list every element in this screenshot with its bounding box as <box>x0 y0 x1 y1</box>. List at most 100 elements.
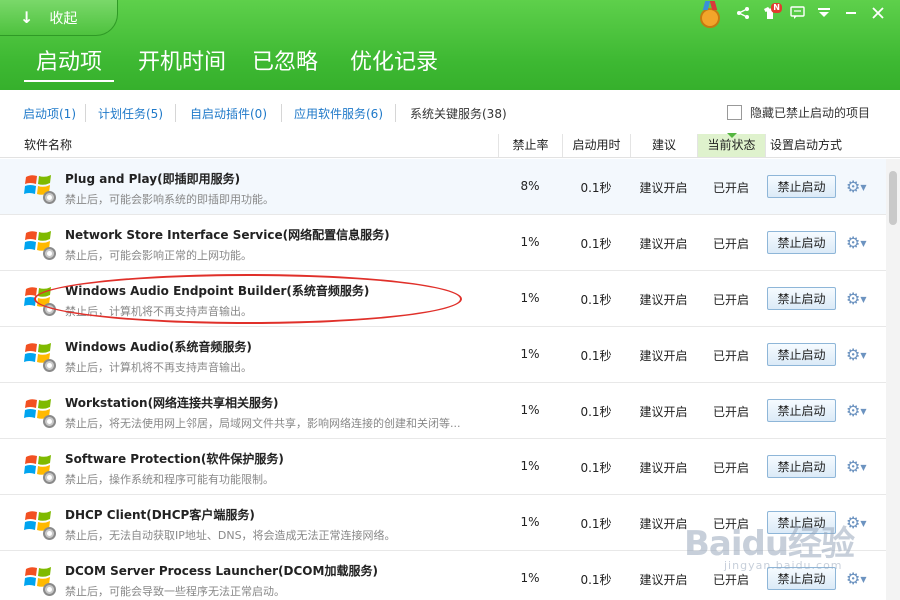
disable-rate: 1% <box>520 291 540 305</box>
windows-logo-icon <box>24 227 56 260</box>
startup-time: 0.1秒 <box>580 181 612 195</box>
gear-icon <box>43 415 56 428</box>
column-disable-rate[interactable]: 禁止率 <box>498 134 562 157</box>
current-state: 已开启 <box>712 237 749 251</box>
column-current-state[interactable]: 当前状态 <box>697 133 765 157</box>
settings-dropdown[interactable]: ⚙▼ <box>846 234 870 252</box>
tab-optimize-history[interactable]: 优化记录 <box>338 48 450 82</box>
vertical-scrollbar[interactable] <box>886 159 900 600</box>
settings-dropdown[interactable]: ⚙▼ <box>846 402 870 420</box>
tab-startup-items[interactable]: 启动项 <box>24 48 115 82</box>
settings-dropdown[interactable]: ⚙▼ <box>846 178 870 196</box>
gear-icon <box>43 359 56 372</box>
service-description: 禁止后，操作系统和程序可能有功能限制。 <box>65 473 274 486</box>
advice: 建议开启 <box>639 349 688 363</box>
list-item: Windows Audio(系统音频服务) 禁止后，计算机将不再支持声音输出。 … <box>0 327 886 383</box>
subtab-app-services[interactable]: 应用软件服务(6) <box>282 105 395 122</box>
menu-icon[interactable] <box>812 2 836 24</box>
startup-time: 0.1秒 <box>580 517 612 531</box>
subtab-scheduled-tasks[interactable]: 计划任务(5) <box>86 105 175 122</box>
current-state: 已开启 <box>712 293 749 307</box>
column-advice[interactable]: 建议 <box>630 134 697 157</box>
gear-icon: ⚙ <box>846 513 861 532</box>
chevron-down-icon: ▼ <box>860 183 867 192</box>
settings-dropdown[interactable]: ⚙▼ <box>846 346 870 364</box>
windows-logo-icon <box>24 171 56 204</box>
settings-dropdown[interactable]: ⚙▼ <box>846 458 870 476</box>
close-icon[interactable] <box>866 2 890 24</box>
subtab-system-services[interactable]: 系统关键服务(38) <box>396 105 521 122</box>
gear-icon <box>43 247 56 260</box>
service-description: 禁止后，计算机将不再支持声音输出。 <box>65 305 252 318</box>
advice: 建议开启 <box>639 405 688 419</box>
gear-icon: ⚙ <box>846 289 861 308</box>
list-item: Network Store Interface Service(网络配置信息服务… <box>0 215 886 271</box>
disable-startup-button[interactable]: 禁止启动 <box>767 399 836 422</box>
chevron-down-icon: ▼ <box>860 519 867 528</box>
subtab-auto-plugins[interactable]: 自启动插件(0) <box>176 105 281 122</box>
list-item: Workstation(网络连接共享相关服务) 禁止后，将无法使用网上邻居，局域… <box>0 383 886 439</box>
service-name: DHCP Client(DHCP客户端服务) <box>65 508 255 522</box>
list-item: DHCP Client(DHCP客户端服务) 禁止后，无法自动获取IP地址、DN… <box>0 495 886 551</box>
gear-icon <box>43 583 56 596</box>
disable-startup-button[interactable]: 禁止启动 <box>767 287 836 310</box>
subtab-startup[interactable]: 启动项(1) <box>14 105 85 122</box>
service-description: 禁止后，可能会影响正常的上网功能。 <box>65 249 252 262</box>
gear-icon <box>43 303 56 316</box>
disable-startup-button[interactable]: 禁止启动 <box>767 175 836 198</box>
sort-arrow-icon <box>727 133 737 138</box>
disable-rate: 1% <box>520 235 540 249</box>
gear-icon: ⚙ <box>846 345 861 364</box>
service-name: Windows Audio(系统音频服务) <box>65 340 252 354</box>
chevron-down-icon: ▼ <box>860 351 867 360</box>
current-state: 已开启 <box>712 517 749 531</box>
disable-startup-button[interactable]: 禁止启动 <box>767 455 836 478</box>
startup-time: 0.1秒 <box>580 293 612 307</box>
settings-dropdown[interactable]: ⚙▼ <box>846 570 870 588</box>
list-item: Windows Audio Endpoint Builder(系统音频服务) 禁… <box>0 271 886 327</box>
settings-dropdown[interactable]: ⚙▼ <box>846 290 870 308</box>
windows-logo-icon <box>24 283 56 316</box>
service-name: Plug and Play(即插即用服务) <box>65 172 241 186</box>
column-current-state-label: 当前状态 <box>707 138 756 152</box>
startup-time: 0.1秒 <box>580 237 612 251</box>
tab-ignored[interactable]: 已忽略 <box>240 48 330 82</box>
disable-startup-button[interactable]: 禁止启动 <box>767 511 836 534</box>
current-state: 已开启 <box>712 573 749 587</box>
disable-rate: 1% <box>520 515 540 529</box>
column-header: 软件名称 禁止率 启动用时 建议 当前状态 设置启动方式 <box>0 133 900 158</box>
disable-startup-button[interactable]: 禁止启动 <box>767 567 836 590</box>
startup-time: 0.1秒 <box>580 461 612 475</box>
disable-startup-button[interactable]: 禁止启动 <box>767 343 836 366</box>
minimize-icon[interactable] <box>839 2 863 24</box>
medal-icon[interactable] <box>700 8 720 28</box>
column-startup-mode[interactable]: 设置启动方式 <box>765 134 875 157</box>
main-tabs: 启动项 开机时间 已忽略 优化记录 <box>24 48 452 82</box>
advice: 建议开启 <box>639 293 688 307</box>
gear-icon: ⚙ <box>846 569 861 588</box>
arrow-down-icon: ↓ <box>20 8 34 27</box>
service-description: 禁止后，可能会导致一些程序无法正常启动。 <box>65 585 285 598</box>
message-icon[interactable] <box>785 2 809 24</box>
share-icon[interactable] <box>731 2 755 24</box>
collapse-button[interactable]: ↓ 收起 <box>0 0 118 36</box>
disable-rate: 1% <box>520 403 540 417</box>
settings-dropdown[interactable]: ⚙▼ <box>846 514 870 532</box>
window-controls: N <box>700 2 890 28</box>
scrollbar-thumb[interactable] <box>889 171 897 225</box>
column-startup-time[interactable]: 启动用时 <box>562 134 630 157</box>
hide-disabled-checkbox[interactable] <box>726 105 742 120</box>
advice: 建议开启 <box>639 237 688 251</box>
service-description: 禁止后，可能会影响系统的即插即用功能。 <box>65 193 274 206</box>
disable-rate: 1% <box>520 459 540 473</box>
hide-disabled-toggle[interactable]: 隐藏已禁止启动的项目 <box>726 104 870 121</box>
advice: 建议开启 <box>639 573 688 587</box>
disable-startup-button[interactable]: 禁止启动 <box>767 231 836 254</box>
windows-logo-icon <box>24 563 56 596</box>
windows-logo-icon <box>24 507 56 540</box>
list-item: DCOM Server Process Launcher(DCOM加载服务) 禁… <box>0 551 886 600</box>
column-name[interactable]: 软件名称 <box>24 134 72 157</box>
startup-time: 0.1秒 <box>580 573 612 587</box>
tab-boot-time[interactable]: 开机时间 <box>126 48 238 82</box>
tshirt-icon[interactable]: N <box>758 2 782 24</box>
